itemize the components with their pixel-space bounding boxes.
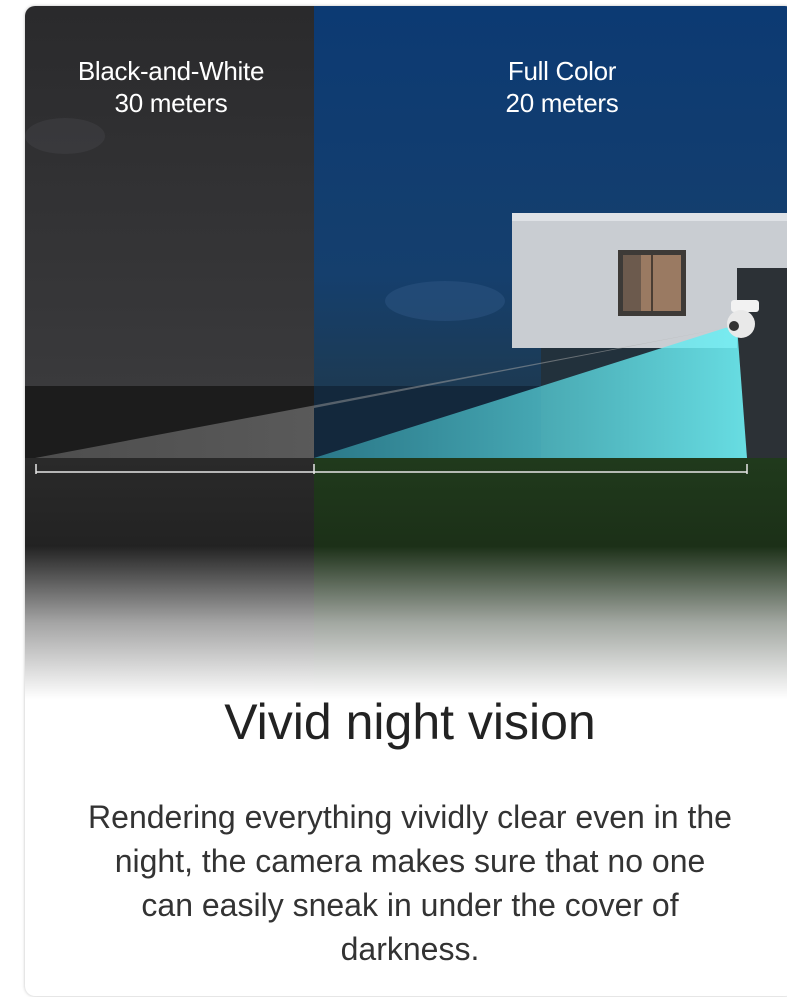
feature-card: Black-and-White 30 meters Full Color 20 …	[25, 6, 787, 996]
black-and-white-label: Black-and-White 30 meters	[35, 55, 307, 119]
full-color-label: Full Color 20 meters	[455, 55, 669, 119]
feature-headline: Vivid night vision	[224, 694, 596, 750]
bw-mode-title: Black-and-White	[77, 56, 265, 86]
feature-description: Rendering everything vividly clear even …	[88, 799, 732, 967]
scene-fade-overlay	[25, 546, 787, 716]
bw-mode-range: 30 meters	[114, 88, 228, 118]
color-mode-range: 20 meters	[505, 88, 619, 118]
color-mode-title: Full Color	[507, 56, 617, 86]
